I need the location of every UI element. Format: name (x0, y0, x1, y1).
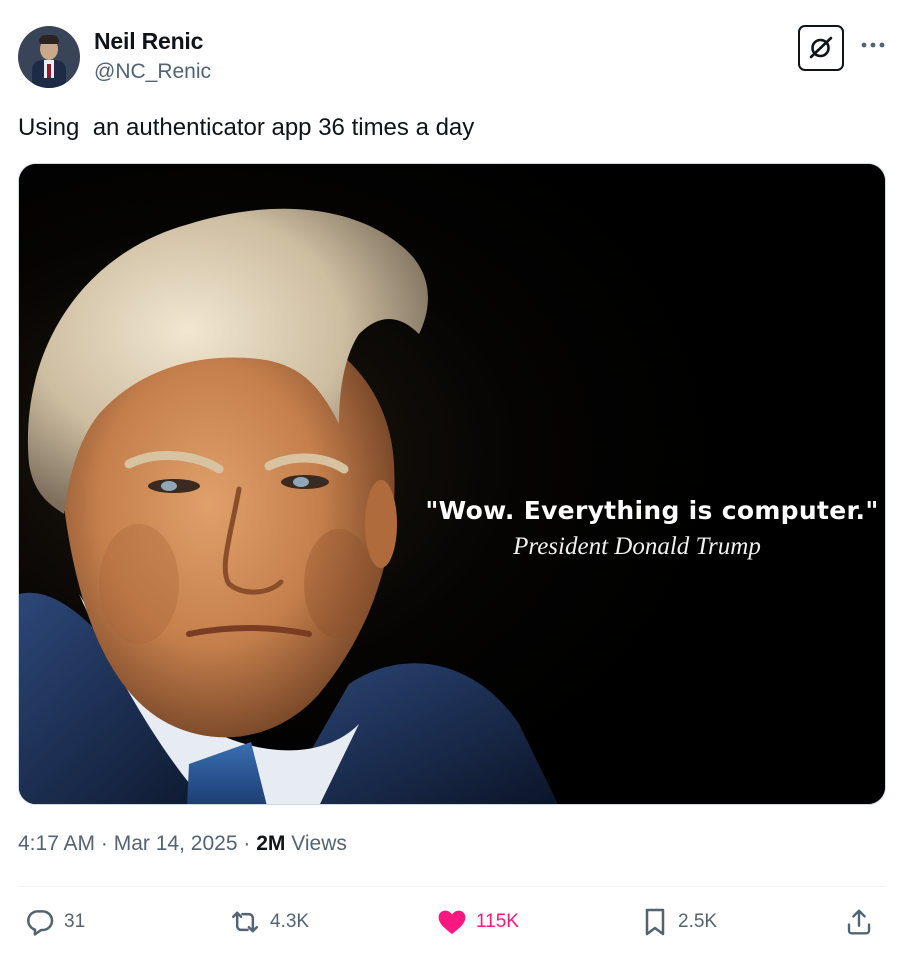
portrait-image (19, 164, 885, 804)
author-handle[interactable]: @NC_Renic (94, 60, 211, 84)
meta-separator: · (243, 832, 251, 855)
like-icon (438, 910, 466, 934)
avatar-hair (39, 35, 59, 44)
grok-button[interactable] (798, 25, 844, 71)
share-icon (847, 909, 871, 935)
media-quote-caption: "Wow. Everything is computer." President… (417, 496, 885, 561)
bookmark-icon (645, 908, 665, 936)
bookmark-button[interactable]: 2.5K (640, 902, 717, 942)
author-name[interactable]: Neil Renic (94, 28, 203, 55)
repost-count: 4.3K (270, 911, 310, 932)
reply-icon (27, 910, 54, 936)
quote-attribution: President Donald Trump (513, 533, 761, 560)
share-button[interactable] (844, 902, 874, 942)
avatar-tie (47, 64, 51, 78)
more-icon (861, 42, 885, 48)
tweet-media[interactable]: "Wow. Everything is computer." President… (18, 163, 886, 805)
tweet-text: Using an authenticator app 36 times a da… (18, 114, 475, 141)
more-button[interactable] (856, 30, 890, 60)
like-button[interactable]: 115K (436, 902, 519, 942)
tweet-time[interactable]: 4:17 AM (18, 832, 95, 855)
reply-button[interactable]: 31 (24, 902, 85, 942)
bookmark-count: 2.5K (678, 911, 718, 932)
tweet-meta: 4:17 AM · Mar 14, 2025 · 2M Views (18, 832, 347, 856)
grok-icon (809, 36, 833, 59)
author-avatar[interactable] (18, 26, 80, 88)
meta-separator: · (100, 832, 108, 855)
repost-button[interactable]: 4.3K (228, 902, 309, 942)
divider (18, 886, 886, 887)
views-count: 2M (256, 832, 286, 855)
quote-text: "Wow. Everything is computer." (425, 496, 879, 525)
reply-count: 31 (64, 911, 86, 932)
tweet-date[interactable]: Mar 14, 2025 (114, 832, 238, 855)
like-count: 115K (476, 911, 519, 932)
repost-icon (231, 911, 259, 933)
views-label: Views (291, 832, 347, 855)
